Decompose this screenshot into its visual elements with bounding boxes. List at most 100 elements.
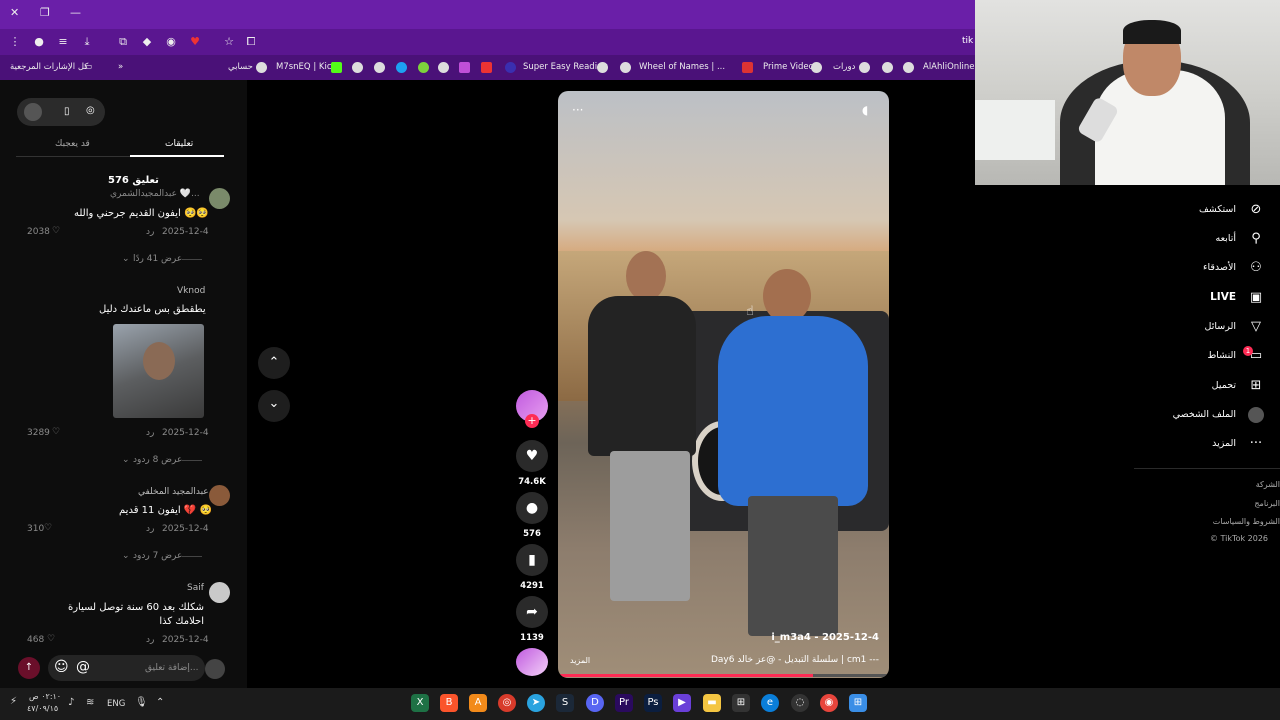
nav-upload[interactable]: تحميل — [1212, 380, 1236, 391]
comment-likes[interactable]: 310 — [27, 524, 44, 534]
progress-track[interactable] — [558, 674, 889, 677]
like-heart-icon[interactable]: ♥ — [516, 440, 548, 472]
avatar[interactable] — [209, 188, 230, 209]
phone-icon[interactable]: ▯ — [64, 106, 70, 117]
avatar-icon[interactable] — [24, 103, 42, 121]
url-fragment[interactable]: tik — [962, 36, 973, 46]
extension-icon[interactable]: ◉ — [164, 35, 178, 49]
footer-terms[interactable]: الشروط والسياسات — [1213, 517, 1280, 526]
premiere-icon[interactable]: Pr — [615, 694, 633, 712]
volume-speaker-icon[interactable]: ♪ — [68, 697, 74, 708]
comment-bubble-icon[interactable]: ● — [516, 492, 548, 524]
nav-explore[interactable]: استكشف — [1199, 204, 1236, 215]
brave-icon[interactable]: B — [440, 694, 458, 712]
close-window-icon[interactable]: ✕ — [10, 6, 19, 19]
send-comment-button[interactable]: ↑ — [18, 657, 40, 679]
reply-link[interactable]: رد — [146, 635, 154, 645]
friends-icon[interactable]: ⚇ — [1248, 260, 1264, 276]
store-icon[interactable]: ⊞ — [732, 694, 750, 712]
excel-icon[interactable]: X — [411, 694, 429, 712]
download-icon[interactable]: ⤓ — [80, 35, 94, 49]
live-icon[interactable]: ▣ — [1248, 290, 1264, 306]
comment-placeholder[interactable]: إضافة تعليق... — [145, 663, 199, 673]
bookmark-super-easy-reading[interactable]: Super Easy Reading — [523, 61, 608, 74]
heart-outline-icon[interactable]: ♡ — [47, 634, 55, 644]
nav-friends[interactable]: الأصدقاء — [1203, 262, 1236, 273]
app-icon[interactable]: ◎ — [498, 694, 516, 712]
bookmark-all[interactable]: كل الإشارات المرجعية — [10, 61, 88, 74]
heart-outline-icon[interactable]: ♡ — [52, 427, 60, 437]
network-icon[interactable]: ⚡ — [10, 696, 17, 707]
follow-plus-icon[interactable]: + — [525, 414, 539, 428]
avatar[interactable] — [209, 582, 230, 603]
nav-profile[interactable]: الملف الشخصي — [1173, 409, 1236, 420]
chevron-more-icon[interactable]: » — [118, 61, 123, 74]
bookmark-account[interactable]: حسابي — [228, 61, 253, 74]
next-video-button[interactable]: ⌄ — [258, 390, 290, 422]
nav-following[interactable]: أتابعه — [1216, 233, 1237, 244]
chrome-icon[interactable]: ◉ — [820, 694, 838, 712]
send-icon[interactable]: ▽ — [1248, 319, 1264, 335]
extensions-puzzle-icon[interactable]: ⧉ — [116, 35, 130, 49]
view-replies[interactable]: عرض 7 ردود — [133, 551, 182, 561]
edge-icon[interactable]: e — [761, 694, 779, 712]
upload-icon[interactable]: ⊞ — [1248, 378, 1264, 394]
bookmark-icon[interactable]: ▮ — [516, 544, 548, 576]
photoshop-icon[interactable]: Ps — [644, 694, 662, 712]
taskbar-date[interactable]: ٤٧/٠٩/١٥ — [27, 704, 58, 713]
bookmark-kick[interactable]: M7snEQ | Kick — [276, 61, 336, 74]
microphone-icon[interactable]: 🎙 — [135, 697, 148, 708]
minimize-window-icon[interactable]: — — [70, 6, 81, 19]
more-icon[interactable]: ··· — [1248, 436, 1264, 452]
nav-activity[interactable]: النشاط — [1207, 350, 1236, 361]
nav-more[interactable]: المزيد — [1212, 438, 1236, 449]
video-author-line[interactable]: i_m3a4 - 2025-12-4 — [771, 632, 879, 643]
share-arrow-icon[interactable]: ➦ — [516, 596, 548, 628]
footer-program[interactable]: البرنامج — [1254, 499, 1280, 508]
reply-link[interactable]: رد — [146, 524, 154, 534]
taskbar-time[interactable]: ٠٢:١٠ ص — [29, 692, 61, 701]
video-player[interactable]: ··· ◖ i_m3a4 - 2025-12-4 Day6 سلسلة التب… — [558, 91, 889, 678]
previous-video-button[interactable]: ⌃ — [258, 347, 290, 379]
mention-icon[interactable]: @ — [76, 659, 90, 675]
reply-link[interactable]: رد — [146, 227, 154, 237]
bookmark-prime-video[interactable]: Prime Video — [763, 61, 814, 74]
comment-user[interactable]: Vknod — [177, 286, 205, 296]
extension-icon[interactable]: ♥ — [188, 35, 202, 49]
compass-icon[interactable]: ⊘ — [1248, 202, 1264, 218]
view-replies[interactable]: عرض 41 ردًا — [133, 254, 182, 264]
chevron-up-icon[interactable]: ⌃ — [156, 697, 164, 708]
user-plus-icon[interactable]: ⚲ — [1248, 231, 1264, 247]
menu-dots-icon[interactable]: ⋮ — [8, 35, 22, 49]
bookmark-alahli[interactable]: AlAhliOnline — [923, 61, 975, 74]
footer-company[interactable]: الشركة — [1256, 480, 1280, 489]
discord-icon[interactable]: D — [586, 694, 604, 712]
playlist-icon[interactable]: ≡ — [56, 35, 70, 49]
comment-likes[interactable]: 3289 — [27, 428, 50, 438]
comment-user[interactable]: عبدالمجيدالشمري 🤍... — [110, 189, 200, 199]
heart-outline-icon[interactable]: ♡ — [52, 226, 60, 236]
bookmark-star-icon[interactable]: ☆ — [222, 35, 236, 49]
reply-link[interactable]: رد — [146, 428, 154, 438]
chevron-down-icon[interactable]: ⌄ — [122, 551, 130, 561]
comment-user[interactable]: عبدالمجيد المخلفي — [138, 487, 209, 497]
chevron-down-icon[interactable]: ⌄ — [122, 455, 130, 465]
extension-icon[interactable]: ● — [32, 35, 46, 49]
volume-icon[interactable]: ◖ — [862, 103, 868, 117]
view-replies[interactable]: عرض 8 ردود — [133, 455, 182, 465]
windows-start-icon[interactable]: ⊞ — [849, 694, 867, 712]
comment-gif-image[interactable] — [113, 324, 204, 418]
nav-live[interactable]: LIVE — [1210, 291, 1236, 303]
language-indicator[interactable]: ENG — [107, 699, 125, 709]
restore-window-icon[interactable]: ❐ — [40, 6, 50, 19]
nav-messages[interactable]: الرسائل — [1205, 321, 1236, 332]
comment-likes[interactable]: 468 — [27, 635, 44, 645]
more-dots-icon[interactable]: ··· — [572, 103, 583, 117]
bookmark-wheel-of-names[interactable]: Wheel of Names | ... — [639, 61, 725, 74]
screen-share-icon[interactable]: ⧠ — [244, 35, 258, 49]
telegram-icon[interactable]: ➤ — [527, 694, 545, 712]
emoji-icon[interactable]: ☺ — [54, 659, 69, 675]
bookmark-courses[interactable]: دورات — [833, 61, 855, 74]
avatar-icon[interactable] — [1248, 407, 1264, 423]
app-icon[interactable]: ▶ — [673, 694, 691, 712]
